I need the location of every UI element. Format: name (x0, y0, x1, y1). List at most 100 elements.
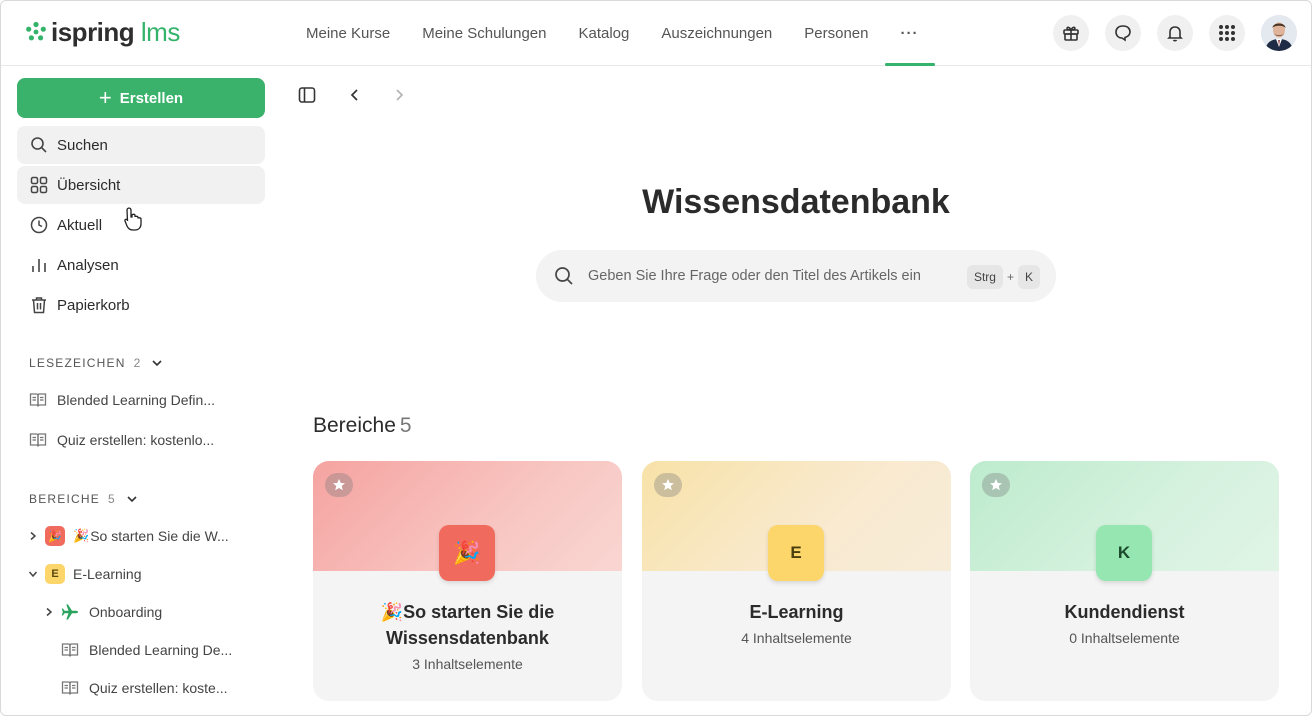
mouse-pointer-icon (124, 207, 142, 231)
areas-title: Bereiche (313, 414, 396, 437)
tree-item-article[interactable]: Blended Learning De... (61, 638, 232, 662)
tree-item-e-learning[interactable]: E E-Learning (27, 562, 142, 586)
star-icon (333, 479, 345, 491)
bar-chart-icon (29, 255, 49, 275)
bookmark-label: Quiz erstellen: kostenlo... (57, 432, 215, 448)
party-popper-icon: 🎉 (380, 602, 404, 622)
sidebar-item-label: Suchen (57, 136, 108, 154)
area-letter-icon: E (768, 525, 824, 581)
card-title-line1: So starten Sie die (403, 602, 555, 622)
nav-more-button[interactable]: ··· (884, 1, 935, 66)
nav-meine-schulungen[interactable]: Meine Schulungen (406, 1, 562, 66)
tree-item-getting-started[interactable]: 🎉 🎉 So starten Sie die W... (27, 524, 229, 548)
kbd-ctrl: Strg (966, 265, 1003, 289)
more-dots-icon: ··· (900, 25, 919, 42)
sidebar-item-label: Übersicht (57, 176, 121, 194)
party-popper-icon: 🎉 (73, 528, 90, 543)
star-icon (990, 479, 1002, 491)
nav-label: Auszeichnungen (661, 25, 773, 42)
sidebar-item-label: Analysen (57, 256, 119, 274)
party-popper-icon: 🎉 (48, 530, 62, 543)
logo-text: ispring lms (51, 18, 180, 46)
trash-icon (29, 295, 49, 315)
chevron-down-icon (152, 360, 163, 367)
book-icon (61, 681, 79, 695)
tree-item-label: Blended Learning De... (89, 642, 233, 658)
sidebar-item-overview[interactable]: Übersicht (17, 166, 265, 204)
nav-label: Personen (804, 25, 869, 42)
sidebar-item-label: Papierkorb (57, 296, 130, 314)
area-card-customer-service[interactable]: K Kundendienst 0 Inhaltselemente (970, 461, 1279, 701)
nav-personen[interactable]: Personen (788, 1, 884, 66)
top-actions (1037, 15, 1297, 51)
area-card-getting-started[interactable]: 🎉 🎉So starten Sie die Wissensdatenbank 3… (313, 461, 622, 701)
apps-button[interactable] (1209, 15, 1245, 51)
page-title: Wissensdatenbank (642, 183, 950, 221)
avatar-image (1261, 15, 1297, 51)
tree-item-article[interactable]: Quiz erstellen: koste... (61, 676, 228, 700)
area-letter-icon: K (1096, 525, 1152, 581)
book-icon (61, 643, 79, 657)
tree-item-label: E-Learning (73, 566, 142, 582)
keyboard-shortcut: Strg + K (966, 265, 1040, 289)
tree-item-onboarding[interactable]: Onboarding (43, 600, 162, 624)
plus-icon: + (98, 85, 112, 110)
chevron-right-icon[interactable] (43, 607, 55, 617)
area-card-e-learning[interactable]: E E-Learning 4 Inhaltselemente (642, 461, 951, 701)
chat-button[interactable] (1105, 15, 1141, 51)
tree-item-label: Quiz erstellen: koste... (89, 680, 228, 696)
chevron-down-icon (127, 496, 137, 503)
section-title: LESEZEICHEN (29, 356, 126, 370)
forward-button[interactable] (389, 85, 409, 105)
grid-icon (29, 175, 49, 195)
user-avatar[interactable] (1261, 15, 1297, 51)
logo-suffix: lms (140, 17, 180, 47)
brand-logo[interactable]: ispring lms (25, 18, 180, 46)
logo-name: ispring (51, 17, 135, 47)
knowledge-search[interactable]: Strg + K (536, 250, 1056, 302)
bookmark-label: Blended Learning Defin... (57, 392, 215, 408)
chevron-left-icon (350, 89, 358, 101)
airplane-icon (61, 604, 78, 620)
sidebar-item-search[interactable]: Suchen (17, 126, 265, 164)
nav-auszeichnungen[interactable]: Auszeichnungen (645, 1, 788, 66)
card-title: E-Learning (749, 602, 844, 622)
card-title: 🎉So starten Sie die Wissensdatenbank (323, 599, 612, 651)
favorite-star-button[interactable] (325, 473, 353, 497)
card-count: 0 Inhaltselemente (1069, 630, 1180, 646)
bookmark-item[interactable]: Quiz erstellen: kostenlo... (29, 429, 214, 451)
nav-meine-kurse[interactable]: Meine Kurse (290, 1, 406, 66)
sidebar-item-analytics[interactable]: Analysen (17, 246, 265, 284)
chevron-right-icon (396, 89, 404, 101)
section-count: 2 (133, 356, 142, 370)
section-title: BEREICHE (29, 492, 100, 506)
nav-label: Meine Kurse (306, 25, 391, 42)
search-input[interactable] (588, 264, 948, 288)
chevron-right-icon[interactable] (27, 531, 39, 541)
gift-button[interactable] (1053, 15, 1089, 51)
top-bar: ispring lms Meine Kurse Meine Schulungen… (1, 1, 1311, 66)
nav-label: Katalog (578, 25, 630, 42)
notifications-button[interactable] (1157, 15, 1193, 51)
bookmarks-section-header[interactable]: LESEZEICHEN 2 (29, 356, 163, 370)
chevron-down-icon[interactable] (27, 569, 39, 579)
tree-item-label: So starten Sie die W... (90, 528, 229, 544)
sidebar-item-label: Aktuell (57, 216, 103, 234)
areas-section-header[interactable]: BEREICHE 5 (29, 492, 138, 506)
back-button[interactable] (345, 85, 365, 105)
card-title-line2: Wissensdatenbank (386, 628, 549, 648)
create-button[interactable]: + Erstellen (17, 78, 265, 118)
kbd-plus: + (1006, 270, 1014, 284)
toggle-sidebar-button[interactable] (297, 85, 317, 105)
create-label: Erstellen (119, 89, 184, 107)
area-badge: 🎉 (45, 526, 65, 546)
favorite-star-button[interactable] (654, 473, 682, 497)
areas-count: 5 (399, 414, 412, 437)
app-window: ispring lms Meine Kurse Meine Schulungen… (0, 0, 1312, 716)
bookmark-item[interactable]: Blended Learning Defin... (29, 389, 215, 411)
favorite-star-button[interactable] (982, 473, 1010, 497)
main-content: Wissensdatenbank Strg + K Bereiche5 🎉 🎉S… (281, 67, 1311, 715)
nav-katalog[interactable]: Katalog (562, 1, 645, 66)
sidebar-item-trash[interactable]: Papierkorb (17, 286, 265, 324)
areas-heading: Bereiche 5 (313, 414, 412, 438)
